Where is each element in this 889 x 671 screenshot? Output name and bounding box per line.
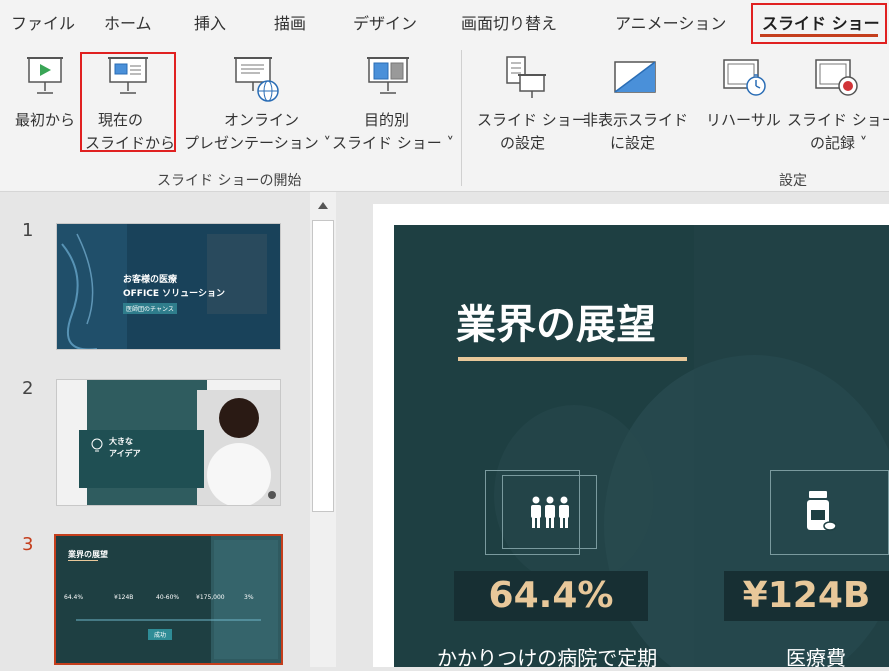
tab-draw[interactable]: 描画	[274, 10, 306, 34]
group-label-setup: 設定	[779, 173, 807, 189]
highlight-box-from-current	[80, 52, 176, 152]
scroll-up-arrow-icon[interactable]	[310, 192, 336, 218]
thumb2-title: 大きな	[109, 437, 133, 446]
custom-show-label-2: スライド ショー ˅	[332, 134, 455, 152]
stat-value-2[interactable]: ¥124B	[724, 571, 889, 621]
tab-animations[interactable]: アニメーション	[615, 10, 726, 34]
slide-thumbnail-2[interactable]: 大きな アイデア	[56, 379, 281, 506]
thumb3-title: 業界の展望	[68, 550, 108, 559]
record-show-label-1: スライド ショー	[787, 111, 889, 129]
custom-show-icon	[367, 57, 409, 94]
from-beginning-button[interactable]: 最初から	[10, 50, 80, 140]
present-online-icon	[234, 57, 279, 102]
hide-slide-icon	[614, 61, 656, 93]
hide-slide-label-2: に設定	[610, 134, 656, 152]
rehearse-label: リハーサル	[706, 111, 781, 129]
slide-number-3: 3	[22, 534, 34, 555]
slide-thumbnail-1[interactable]: お客様の医療 OFFICE ソリューション 医師団のチャンス	[56, 223, 281, 350]
present-online-label-1: オンライン	[224, 111, 300, 129]
thumb3-title-underline	[68, 560, 98, 561]
title-underline	[458, 357, 687, 361]
slide-number-1: 1	[22, 220, 34, 241]
people-group-icon	[531, 496, 569, 528]
thumb3-stat-3: 40-60%	[156, 594, 180, 601]
group-separator	[461, 50, 462, 186]
hide-slide-label-1: 非表示スライド	[583, 111, 689, 129]
thumb1-title: お客様の医療	[123, 275, 178, 285]
rehearse-timings-button[interactable]: リハーサル	[704, 50, 784, 140]
highlight-box-slide-show-tab	[751, 3, 887, 44]
from-beginning-label: 最初から	[15, 111, 76, 129]
hide-slide-button[interactable]: 非表示スライド に設定	[580, 50, 692, 152]
lightbulb-icon	[91, 438, 103, 452]
set-up-slide-show-button[interactable]: スライド ショー の設定	[474, 50, 587, 152]
thumb3-stat-2: ¥124B	[114, 594, 134, 601]
tab-insert[interactable]: 挿入	[194, 10, 226, 34]
tab-home[interactable]: ホーム	[104, 10, 152, 34]
setup-show-label-2: の設定	[500, 134, 546, 152]
record-slide-show-button[interactable]: スライド ショー の記録 ˅	[784, 50, 889, 152]
custom-slide-show-button[interactable]: 目的別 スライド ショー ˅	[330, 50, 454, 152]
thumb3-stat-4: ¥175,000	[196, 594, 225, 601]
play-from-start-icon	[27, 57, 63, 94]
slide-title[interactable]: 業界の展望	[456, 292, 656, 350]
thumb2-subtitle: アイデア	[109, 449, 141, 458]
ribbon: 最初から 現在の スライドから オンライン プレゼンテーション ˅ 目的別 スラ…	[0, 44, 889, 192]
thumb3-badge: 成功	[148, 629, 173, 640]
setup-show-icon	[506, 56, 546, 98]
record-show-icon	[815, 59, 858, 96]
present-online-button[interactable]: オンライン プレゼンテーション ˅	[184, 50, 331, 152]
group-label-start-show: スライド ショーの開始	[157, 173, 302, 189]
tab-design[interactable]: デザイン	[353, 10, 417, 34]
scrollbar-thumb[interactable]	[312, 220, 334, 512]
thumb3-stat-5: 3%	[244, 594, 254, 601]
custom-show-label-1: 目的別	[364, 111, 410, 129]
record-show-label-2: の記録 ˅	[810, 134, 868, 152]
medicine-bottle-icon	[807, 491, 836, 531]
setup-show-label-1: スライド ショー	[477, 111, 587, 129]
tab-transitions[interactable]: 画面切り替え	[461, 10, 557, 34]
tab-file[interactable]: ファイル	[11, 10, 75, 34]
stat-value-1[interactable]: 64.4%	[454, 571, 648, 621]
thumb1-badge: 医師団のチャンス	[123, 303, 177, 314]
slide-thumbnail-3-selected[interactable]: 業界の展望 64.4% ¥124B 40-60% ¥175,000 3% 成功	[54, 534, 283, 665]
thumb1-subtitle: OFFICE ソリューション	[123, 289, 226, 299]
rehearse-timings-icon	[723, 59, 766, 96]
thumb3-stat-1: 64.4%	[64, 594, 84, 601]
present-online-label-2: プレゼンテーション ˅	[184, 134, 331, 152]
slide-number-2: 2	[22, 378, 34, 399]
